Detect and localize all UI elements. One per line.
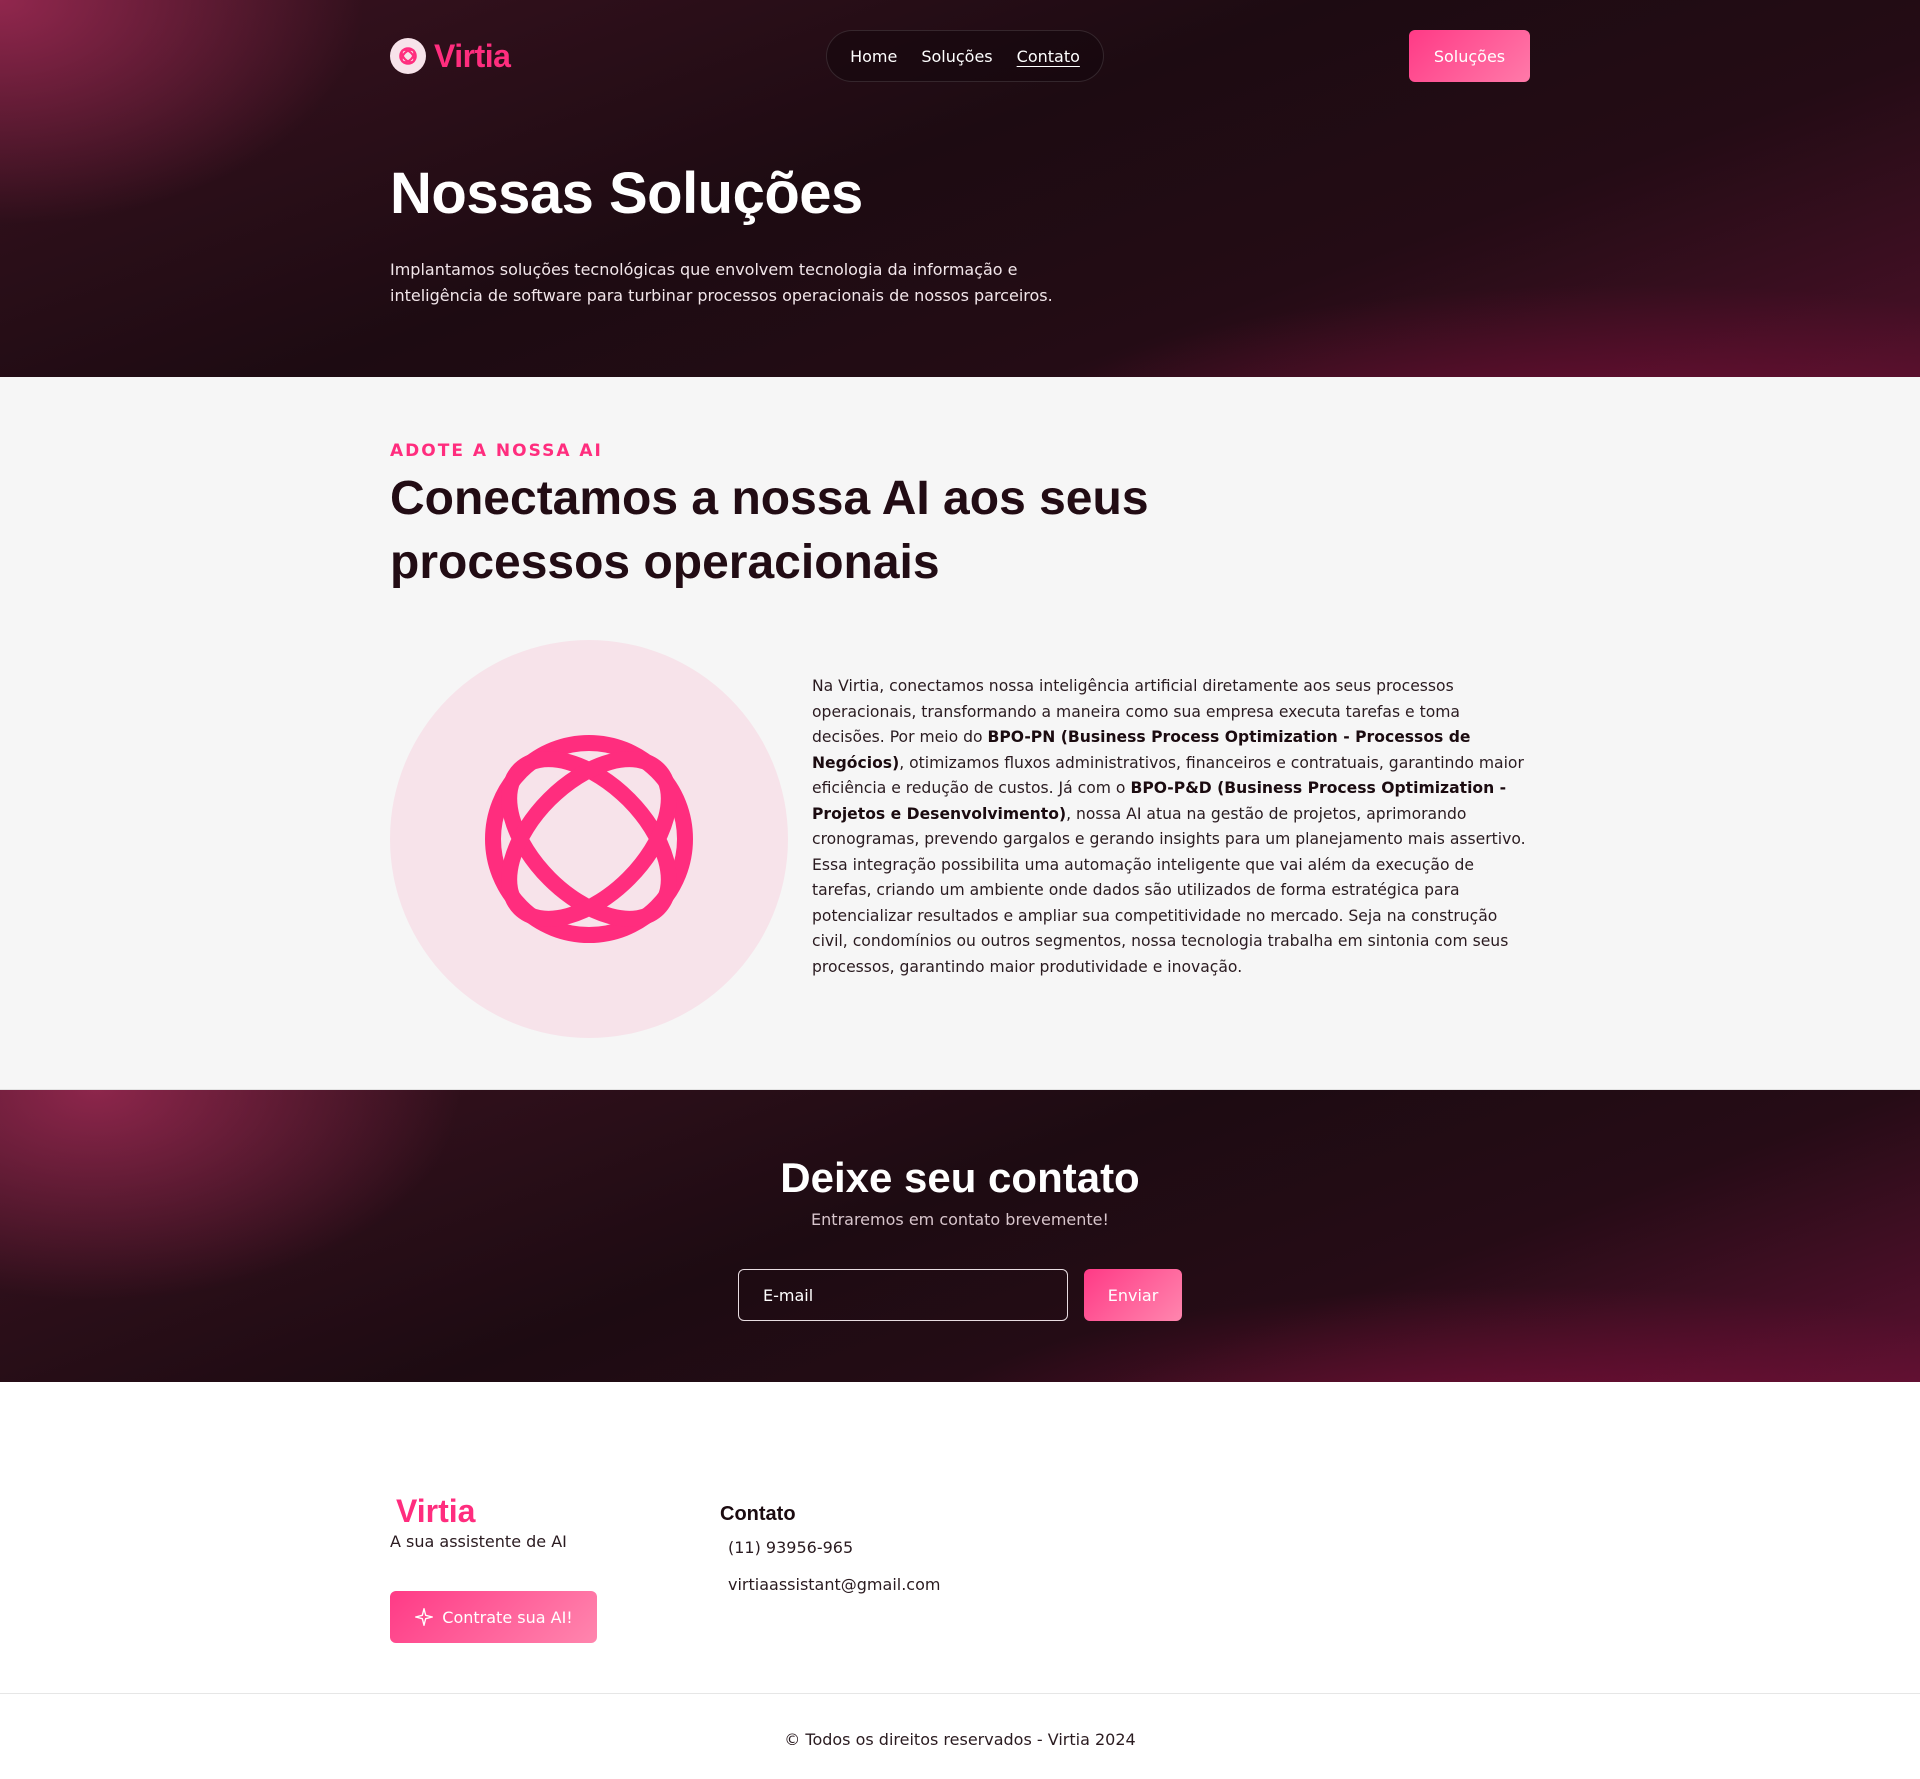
brand-logo[interactable]: Virtia xyxy=(390,37,511,75)
footer: Virtia A sua assistente de AI Contrate s… xyxy=(0,1382,1920,1694)
section-eyebrow: ADOTE A NOSSA AI xyxy=(390,441,603,461)
send-button[interactable]: Enviar xyxy=(1084,1269,1182,1321)
contact-subtitle: Entraremos em contato brevemente! xyxy=(811,1210,1109,1229)
virtia-logo-icon xyxy=(390,38,426,74)
orbit-logo-icon xyxy=(485,735,693,943)
solucoes-button[interactable]: Soluções xyxy=(1409,30,1530,82)
solutions-section: ADOTE A NOSSA AI Conectamos a nossa AI a… xyxy=(0,377,1920,1090)
footer-contact-heading: Contato xyxy=(720,1503,796,1525)
nav-link-home[interactable]: Home xyxy=(850,47,897,66)
contact-section: Deixe seu contato Entraremos em contato … xyxy=(0,1090,1920,1382)
footer-brand[interactable]: Virtia xyxy=(396,1493,720,1530)
hero-section: Virtia Home Soluções Contato Soluções No… xyxy=(0,0,1920,377)
email-field[interactable] xyxy=(738,1269,1068,1321)
nav-link-contato[interactable]: Contato xyxy=(1017,47,1080,66)
nav-menu: Home Soluções Contato xyxy=(826,30,1104,82)
sparkle-icon xyxy=(415,1608,434,1626)
footer-phone[interactable]: (11) 93956-965 xyxy=(728,1538,940,1557)
ai-illustration xyxy=(390,640,788,1038)
page-title: Nossas Soluções xyxy=(390,161,863,226)
footer-contact: Contato (11) 93956-965 virtiaassistant@g… xyxy=(720,1503,940,1643)
contact-form: Enviar xyxy=(0,1269,1920,1321)
footer-email[interactable]: virtiaassistant@gmail.com xyxy=(728,1575,940,1594)
contact-title: Deixe seu contato xyxy=(780,1154,1140,1201)
solutions-description: Na Virtia, conectamos nossa inteligência… xyxy=(812,677,1526,976)
nav-link-solucoes[interactable]: Soluções xyxy=(921,47,992,66)
section-title: Conectamos a nossa AI aos seus processos… xyxy=(390,472,1149,589)
hire-ai-button[interactable]: Contrate sua AI! xyxy=(390,1591,597,1643)
copyright-text: © Todos os direitos reservados - Virtia … xyxy=(784,1730,1136,1749)
hero-subtitle: Implantamos soluções tecnológicas que en… xyxy=(390,260,1053,305)
footer-tagline: A sua assistente de AI xyxy=(390,1532,567,1551)
top-nav: Virtia Home Soluções Contato Soluções xyxy=(390,0,1530,112)
brand-name: Virtia xyxy=(434,37,511,74)
hire-ai-label: Contrate sua AI! xyxy=(442,1607,573,1627)
